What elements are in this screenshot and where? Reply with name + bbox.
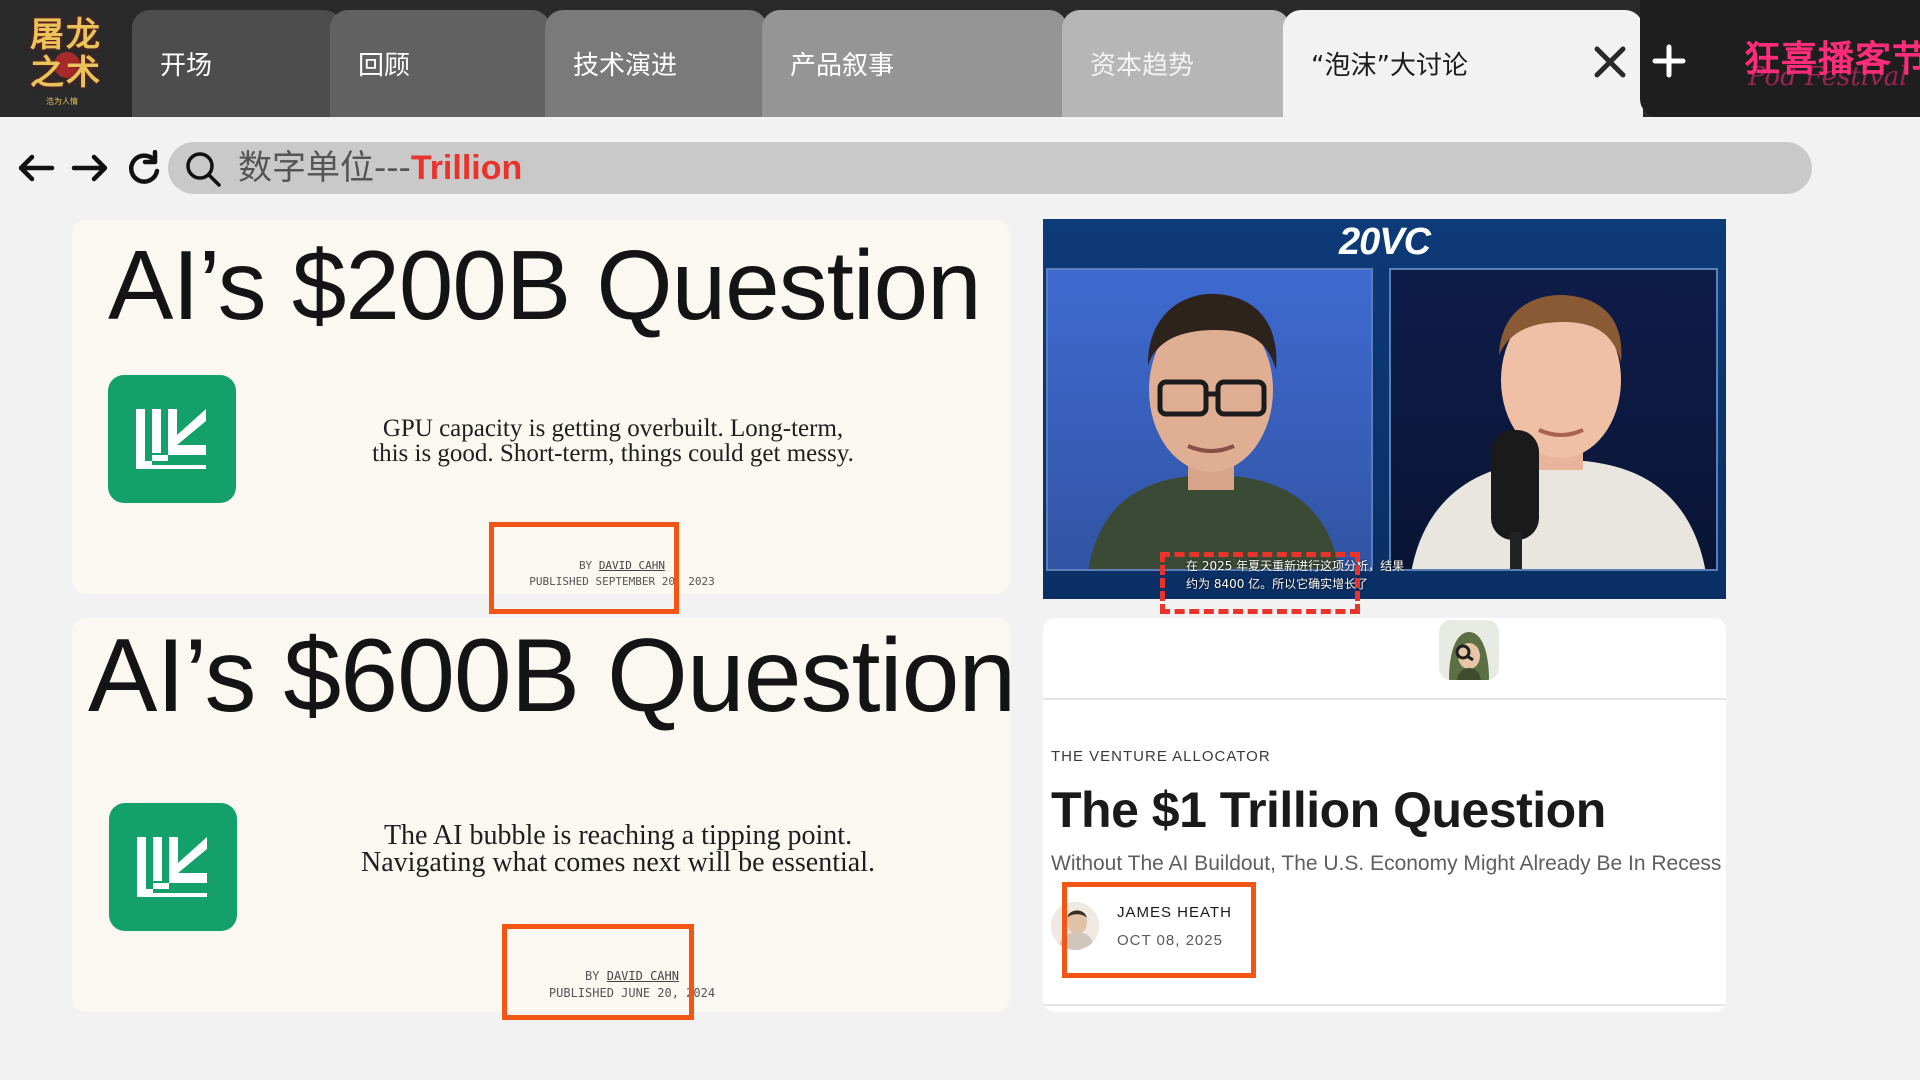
logo-text: 屠龙 之术 [30, 16, 102, 92]
tab-label: 回顾 [358, 51, 411, 81]
logo-text-line1: 屠龙 [30, 15, 102, 55]
tab-label: “泡沫”大讨论 [1311, 51, 1468, 81]
person-icon [1411, 294, 1706, 569]
card-title: AI’s $200B Question [108, 230, 982, 340]
video-speaker-left [1046, 268, 1373, 571]
tab-bar: 屠龙 之术 浩为人情 开场 回顾 技术演进 产品叙事 资本趋势 “泡沫”大讨论 … [0, 0, 1920, 117]
card-description-line: Navigating what comes next will be essen… [361, 847, 875, 878]
brand-script: Pod Festival [1748, 62, 1908, 92]
tab-label: 开场 [160, 51, 213, 81]
search-query-highlight: Trillion [410, 149, 523, 187]
card-description: GPU capacity is getting overbuilt. Long-… [282, 416, 944, 466]
publication-avatar-icon [1439, 620, 1499, 680]
search-query-prefix: 数字单位--- [238, 148, 411, 188]
highlight-box [502, 924, 694, 1020]
dashed-highlight-box [1160, 552, 1360, 614]
tab-label: 技术演进 [573, 51, 678, 81]
tab-opening[interactable]: 开场 [132, 10, 342, 117]
card-description-line: The AI bubble is reaching a tipping poin… [383, 820, 853, 851]
publisher-logo-icon [108, 375, 236, 503]
tab-bubble-discussion[interactable]: “泡沫”大讨论 [1283, 10, 1643, 117]
article-subtitle: Without The AI Buildout, The U.S. Econom… [1051, 852, 1722, 875]
person-icon [1088, 293, 1340, 569]
logo: 屠龙 之术 浩为人情 [16, 12, 116, 108]
publication-name[interactable]: THE VENTURE ALLOCATOR [1051, 748, 1271, 765]
publisher-logo-icon [109, 803, 237, 931]
logo-text-line2: 之术 [30, 53, 102, 93]
arrow-left-icon[interactable] [16, 150, 56, 186]
divider [1043, 1004, 1726, 1006]
highlight-box [1062, 882, 1256, 978]
video-frame[interactable]: 20VC 在 2025 年夏天重新进行这项分析，结果 约为 8400 亿。所以它… [1043, 219, 1726, 599]
search-query: 数字单位---Trillion [238, 149, 522, 187]
arrow-right-icon[interactable] [70, 150, 110, 186]
tab-label: 资本趋势 [1090, 51, 1195, 81]
close-icon[interactable] [1592, 44, 1628, 80]
card-description-line: this is good. Short-term, things could g… [372, 440, 854, 467]
tab-review[interactable]: 回顾 [330, 10, 550, 117]
tab-product-narrative[interactable]: 产品叙事 [762, 10, 1067, 117]
plus-icon[interactable] [1652, 44, 1686, 78]
divider [1043, 698, 1726, 700]
tab-label: 产品叙事 [790, 51, 895, 81]
card-title: AI’s $600B Question [88, 618, 1010, 734]
card-description: The AI bubble is reaching a tipping poin… [282, 820, 954, 878]
logo-subtext: 浩为人情 [46, 97, 78, 106]
tab-capital-trends[interactable]: 资本趋势 [1062, 10, 1290, 117]
search-bar[interactable]: 数字单位---Trillion [168, 142, 1812, 194]
video-title: 20VC [1338, 221, 1431, 263]
video-speaker-right [1389, 268, 1718, 571]
highlight-box [489, 522, 679, 614]
search-icon [186, 152, 221, 187]
tab-tech-evolution[interactable]: 技术演进 [545, 10, 767, 117]
card-description-line: GPU capacity is getting overbuilt. Long-… [382, 415, 844, 442]
reload-icon[interactable] [124, 150, 164, 186]
article-title[interactable]: The $1 Trillion Question [1051, 780, 1606, 840]
